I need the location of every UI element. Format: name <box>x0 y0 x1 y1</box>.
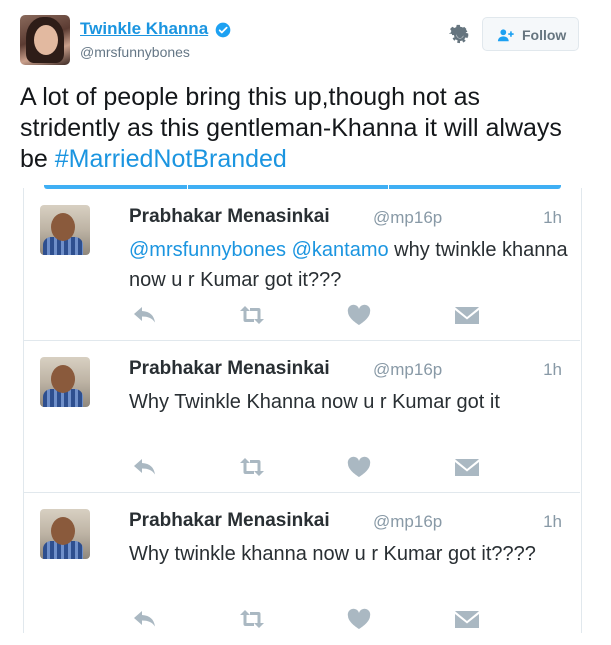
tweet-text: A lot of people bring this up,though not… <box>20 82 580 175</box>
author-avatar[interactable] <box>20 15 70 65</box>
author-handle[interactable]: @mrsfunnybones <box>80 44 190 60</box>
avatar[interactable] <box>40 357 90 407</box>
reply-author-handle[interactable]: @mp16p <box>373 208 442 228</box>
reply-author-name[interactable]: Prabhakar Menasinkai <box>129 206 330 228</box>
avatar[interactable] <box>40 509 90 559</box>
mention-link[interactable]: @mrsfunnybones <box>129 239 286 261</box>
reply-text: Why Twinkle Khanna now u r Kumar got it <box>129 391 500 413</box>
reply-text: @mrsfunnybones @kantamo why twinkle khan… <box>129 235 569 295</box>
heart-icon[interactable] <box>346 304 372 326</box>
mention-link[interactable]: @kantamo <box>292 239 389 261</box>
reply-timestamp[interactable]: 1h <box>543 360 562 380</box>
reply-item: Prabhakar Menasinkai @mp16p 1h Why twink… <box>24 493 580 645</box>
verified-badge-icon <box>215 22 231 38</box>
reply-timestamp[interactable]: 1h <box>543 208 562 228</box>
add-user-icon <box>497 29 514 42</box>
reply-author-name[interactable]: Prabhakar Menasinkai <box>129 358 330 380</box>
envelope-icon[interactable] <box>454 456 480 478</box>
reply-author-handle[interactable]: @mp16p <box>373 512 442 532</box>
heart-icon[interactable] <box>346 456 372 478</box>
reply-icon[interactable] <box>132 304 158 326</box>
envelope-icon[interactable] <box>454 304 480 326</box>
envelope-icon[interactable] <box>454 608 480 630</box>
retweet-icon[interactable] <box>239 608 265 630</box>
avatar[interactable] <box>40 205 90 255</box>
reply-timestamp[interactable]: 1h <box>543 512 562 532</box>
reply-item: Prabhakar Menasinkai @mp16p 1h Why Twink… <box>24 341 580 493</box>
retweet-icon[interactable] <box>239 456 265 478</box>
reply-actions <box>132 304 482 328</box>
heart-icon[interactable] <box>346 608 372 630</box>
reply-icon[interactable] <box>132 456 158 478</box>
reply-actions <box>132 456 482 480</box>
gear-icon[interactable] <box>449 24 471 46</box>
reply-actions <box>132 608 482 632</box>
follow-button[interactable]: Follow <box>482 17 579 51</box>
reply-text: Why twinkle khanna now u r Kumar got it?… <box>129 543 536 565</box>
reply-item: Prabhakar Menasinkai @mp16p 1h @mrsfunny… <box>24 189 580 341</box>
reply-author-name[interactable]: Prabhakar Menasinkai <box>129 510 330 532</box>
hashtag-link[interactable]: #MarriedNotBranded <box>55 145 287 173</box>
follow-label: Follow <box>522 27 567 43</box>
author-name[interactable]: Twinkle Khanna <box>80 19 208 39</box>
retweet-icon[interactable] <box>239 304 265 326</box>
reply-icon[interactable] <box>132 608 158 630</box>
reply-author-handle[interactable]: @mp16p <box>373 360 442 380</box>
